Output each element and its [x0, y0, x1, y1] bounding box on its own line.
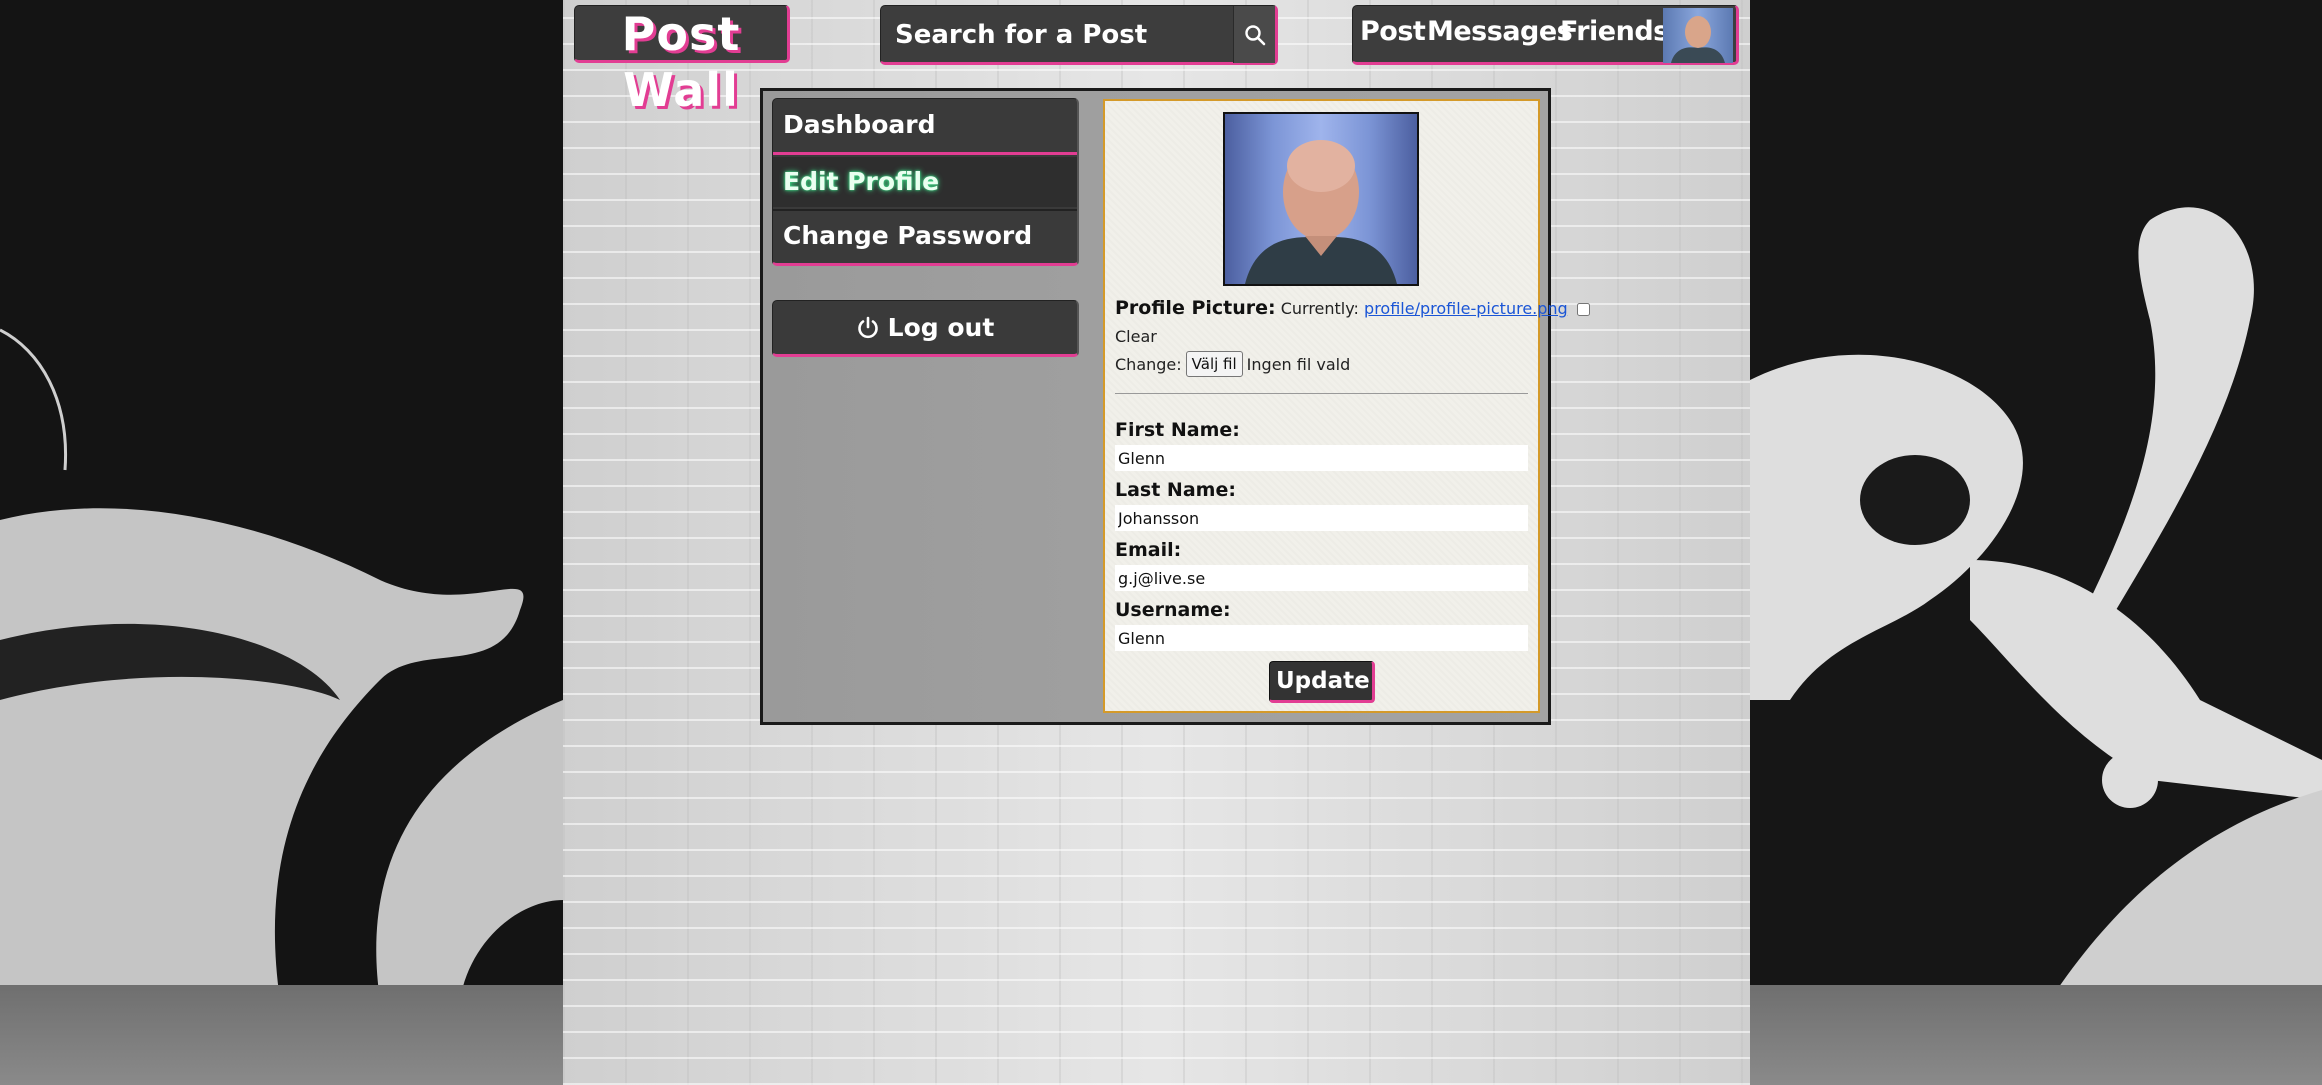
clear-label: Clear	[1115, 327, 1157, 346]
last-name-label: Last Name:	[1115, 479, 1236, 501]
username-field[interactable]	[1115, 625, 1528, 651]
sidebar-item-change-password[interactable]: Change Password	[773, 209, 1077, 263]
change-label: Change:	[1115, 354, 1182, 374]
background-right-mural	[1750, 0, 2322, 1085]
sidebar-item-edit-profile[interactable]: Edit Profile	[773, 157, 1077, 207]
logout-button[interactable]: Log out	[772, 300, 1079, 357]
first-name-label: First Name:	[1115, 419, 1240, 441]
profile-picture-row: Profile Picture: Currently: profile/prof…	[1115, 297, 1590, 319]
choose-file-button[interactable]: Välj fil	[1185, 351, 1243, 377]
email-label: Email:	[1115, 539, 1182, 561]
profile-picture-label: Profile Picture:	[1115, 297, 1276, 319]
edit-profile-card: Profile Picture: Currently: profile/prof…	[1103, 99, 1590, 713]
email-field[interactable]	[1115, 565, 1528, 591]
last-name-field[interactable]	[1115, 505, 1528, 531]
search-icon	[1244, 24, 1265, 45]
search-button[interactable]	[1233, 6, 1275, 63]
profile-picture	[1223, 112, 1419, 286]
background-left-mural	[0, 0, 563, 1085]
form-divider	[1115, 393, 1528, 394]
update-button[interactable]: Update	[1269, 661, 1375, 703]
sidebar-menu: Dashboard Edit Profile Change Password	[772, 98, 1079, 266]
current-picture-link[interactable]: profile/profile-picture.png	[1364, 299, 1568, 318]
logout-label: Log out	[887, 313, 995, 342]
change-picture-row: Change: Välj fil Ingen fil vald	[1115, 351, 1350, 377]
no-file-text: Ingen fil vald	[1246, 354, 1351, 374]
first-name-field[interactable]	[1115, 445, 1528, 471]
power-icon	[857, 316, 878, 338]
currently-label: Currently:	[1280, 299, 1359, 318]
user-avatar[interactable]	[1663, 8, 1733, 63]
search-input[interactable]	[893, 16, 1237, 54]
clear-picture-checkbox[interactable]	[1576, 303, 1590, 316]
username-label: Username:	[1115, 599, 1231, 621]
nav-post-link[interactable]: Post	[1360, 16, 1426, 47]
top-nav: Post Messages Friends	[1352, 5, 1739, 65]
search-bar	[880, 5, 1278, 65]
nav-messages-link[interactable]: Messages	[1427, 16, 1573, 47]
site-logo[interactable]: Post Wall	[574, 5, 790, 117]
sidebar-item-dashboard[interactable]: Dashboard	[773, 99, 1077, 155]
nav-friends-link[interactable]: Friends	[1560, 16, 1669, 47]
